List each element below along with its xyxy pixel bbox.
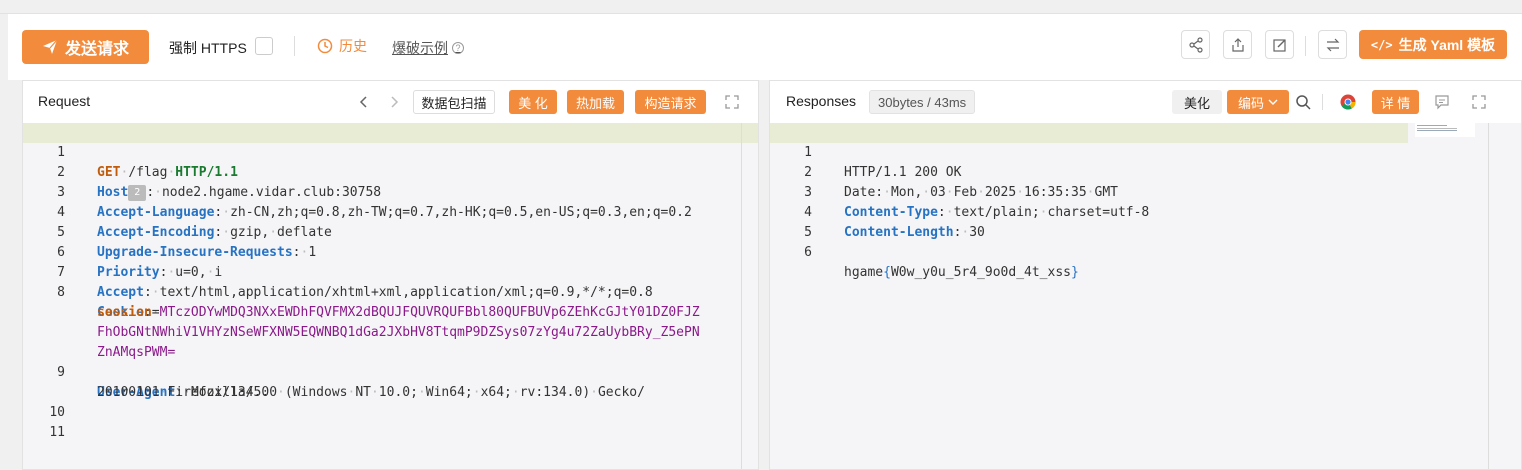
beautify-button[interactable]: 美 化 bbox=[509, 90, 557, 114]
force-https-label: 强制 HTTPS bbox=[169, 40, 247, 56]
divider bbox=[1322, 94, 1323, 110]
chevron-down-icon bbox=[1268, 99, 1278, 105]
expand-icon bbox=[725, 95, 739, 109]
encode-label: 编码 bbox=[1237, 95, 1264, 111]
prev-button[interactable] bbox=[354, 92, 374, 112]
fullscreen-button[interactable] bbox=[722, 92, 742, 112]
code-line: 7 Accept:·text/html,application/xhtml+xm… bbox=[23, 243, 758, 300]
scrollbar[interactable] bbox=[741, 123, 742, 469]
burst-example-label: 爆破示例 bbox=[392, 40, 448, 56]
toolbar: 发送请求 强制 HTTPS 历史 爆破示例 ? </> 生成 Yaml 模板 bbox=[8, 14, 1522, 80]
beautify-button[interactable]: 美化 bbox=[1172, 90, 1222, 114]
send-icon bbox=[42, 39, 58, 54]
code-line: 5 bbox=[770, 203, 1521, 240]
packet-scan-button[interactable]: 数据包扫描 bbox=[413, 90, 495, 114]
generate-yaml-button[interactable]: </> 生成 Yaml 模板 bbox=[1359, 30, 1507, 59]
response-title: Responses bbox=[786, 93, 857, 109]
code-line: 5 Upgrade-Insecure-Requests:·1 bbox=[23, 203, 758, 260]
response-header: Responses 30bytes / 43ms 美化 编码 详 情 bbox=[770, 81, 1521, 123]
edit-icon bbox=[1272, 38, 1286, 52]
fullscreen-button[interactable] bbox=[1469, 92, 1489, 112]
response-editor[interactable]: 1 HTTP/1.1 200 OK 2 Date:·Mon,·03·Feb·20… bbox=[770, 123, 1521, 469]
code-line: 6 Priority:·u=0,·i bbox=[23, 223, 758, 280]
code-line: 1 HTTP/1.1 200 OK bbox=[770, 123, 1408, 180]
swap-icon bbox=[1326, 38, 1339, 51]
line-number: 11 bbox=[49, 425, 65, 440]
code-line: 11 bbox=[23, 403, 758, 440]
burst-example-link[interactable]: 爆破示例 ? bbox=[392, 38, 464, 58]
scrollbar[interactable] bbox=[1488, 123, 1489, 469]
code-line: 8 Cookie:· bbox=[23, 263, 758, 320]
force-https-checkbox[interactable] bbox=[255, 37, 273, 55]
help-icon[interactable]: ? bbox=[452, 42, 464, 54]
encode-dropdown[interactable]: 编码 bbox=[1227, 90, 1289, 114]
detail-button[interactable]: 详 情 bbox=[1372, 90, 1419, 114]
code-line: 1 GET·/flag·HTTP/1.1 bbox=[23, 123, 758, 180]
search-icon bbox=[1296, 95, 1311, 110]
code-icon: </> bbox=[1370, 37, 1393, 52]
code-line: 20100101·Firefox/134.0 bbox=[23, 363, 758, 400]
upload-icon bbox=[1231, 37, 1244, 52]
code-line: 10 bbox=[23, 383, 758, 420]
send-request-button[interactable]: 发送请求 bbox=[22, 30, 149, 64]
divider bbox=[294, 36, 295, 56]
size-time-badge: 30bytes / 43ms bbox=[869, 90, 976, 114]
response-panel: Responses 30bytes / 43ms 美化 编码 详 情 1 HTT… bbox=[769, 80, 1522, 470]
open-in-chrome-button[interactable] bbox=[1338, 92, 1358, 112]
share-icon bbox=[1188, 36, 1203, 53]
code-line: 6 hgame{W0w_y0u_5r4_9o0d_4t_xss} bbox=[770, 223, 1521, 280]
chrome-icon bbox=[1340, 94, 1356, 110]
code-line: session=MTczODYwMDQ3NXxEWDhFQVFMX2dBQUJF… bbox=[97, 305, 700, 320]
code-line: 9 User-Agent:·Mozilla/5.0·(Windows·NT·10… bbox=[23, 343, 758, 400]
edit-button[interactable] bbox=[1265, 30, 1294, 59]
code-line: 4 Content-Length:·30 bbox=[770, 183, 1521, 240]
code-line: 3 Content-Type:·text/plain;·charset=utf-… bbox=[770, 163, 1521, 220]
next-button[interactable] bbox=[384, 92, 404, 112]
top-band bbox=[0, 0, 1522, 14]
code-line: ZnAMqsPWM= bbox=[23, 323, 758, 360]
history-button[interactable]: 历史 bbox=[317, 36, 367, 56]
code-line: 2 Host 2:·node2.hgame.vidar.club:30758 bbox=[23, 143, 758, 201]
hotload-button[interactable]: 热加载 bbox=[567, 90, 624, 114]
minimap[interactable] bbox=[1415, 123, 1475, 137]
divider bbox=[1305, 36, 1306, 56]
flag-value: W0w_y0u_5r4_9o0d_4t_xss bbox=[890, 265, 1071, 280]
request-editor[interactable]: 1 GET·/flag·HTTP/1.1 2 Host 2:·node2.hgam… bbox=[23, 123, 758, 469]
search-button[interactable] bbox=[1293, 92, 1313, 112]
expand-icon bbox=[1472, 95, 1486, 109]
comment-button[interactable] bbox=[1432, 92, 1452, 112]
send-request-label: 发送请求 bbox=[64, 41, 129, 58]
code-line: 3 Accept-Language:·zh-CN,zh;q=0.8,zh-TW;… bbox=[23, 163, 758, 220]
construct-request-button[interactable]: 构造请求 bbox=[635, 90, 706, 114]
request-panel: Request 数据包扫描 美 化 热加载 构造请求 1 GET·/flag·H… bbox=[22, 80, 759, 470]
code-line: 2 Date:·Mon,·03·Feb·2025·16:35:35·GMT bbox=[770, 143, 1521, 200]
generate-yaml-label: 生成 Yaml 模板 bbox=[1398, 36, 1496, 53]
code-line: 4 Accept-Encoding:·gzip,·deflate bbox=[23, 183, 758, 240]
clock-icon bbox=[317, 38, 333, 54]
export-button[interactable] bbox=[1223, 30, 1252, 59]
history-label: 历史 bbox=[339, 38, 367, 54]
comment-icon bbox=[1435, 95, 1449, 110]
swap-button[interactable] bbox=[1318, 30, 1347, 59]
code-line: FhObGNtNWhiV1VHYzNSeWFXNW5EQWNBQ1dGa2JXb… bbox=[23, 303, 758, 340]
chevron-left-icon bbox=[359, 96, 367, 108]
line-number: 6 bbox=[804, 245, 812, 260]
request-title: Request bbox=[38, 93, 91, 109]
chevron-right-icon bbox=[391, 96, 399, 108]
request-header: Request 数据包扫描 美 化 热加载 构造请求 bbox=[23, 81, 758, 123]
share-button[interactable] bbox=[1181, 30, 1210, 59]
flag-prefix: hgame bbox=[844, 265, 884, 280]
